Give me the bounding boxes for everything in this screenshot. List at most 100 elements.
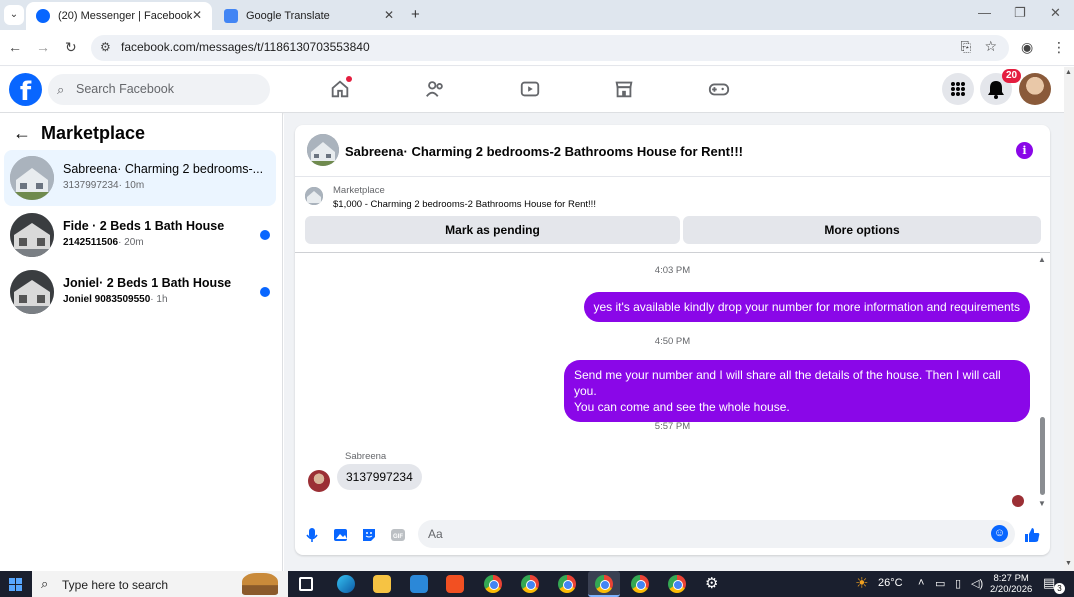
chrome-icon[interactable]: [631, 575, 649, 593]
browser-toolbar: ← → ↻ ⚙ facebook.com/messages/t/11861307…: [0, 30, 1074, 66]
emoji-icon[interactable]: ☺: [991, 525, 1008, 542]
conversation-item[interactable]: Fide · 2 Beds 1 Bath House 2142511506· 2…: [4, 207, 276, 263]
reload-icon[interactable]: ↻: [65, 39, 77, 56]
browser-tab-strip: ⌄ (20) Messenger | Facebook ✕ Google Tra…: [0, 0, 1074, 30]
seen-avatar: [1012, 495, 1024, 507]
tab-google-translate[interactable]: Google Translate ✕: [214, 2, 404, 30]
close-tab-icon[interactable]: ✕: [192, 8, 202, 22]
like-thumb-icon[interactable]: [1023, 526, 1041, 544]
chat-header: Sabreena· Charming 2 bedrooms-2 Bathroom…: [295, 125, 1050, 177]
listing-description[interactable]: $1,000 - Charming 2 bedrooms-2 Bathrooms…: [333, 199, 596, 210]
conversation-phone: Joniel 9083509550: [63, 294, 151, 305]
sticker-icon[interactable]: [360, 526, 378, 544]
context-label: Marketplace: [333, 185, 385, 196]
taskbar-clock[interactable]: 8:27 PM 2/20/2026: [990, 573, 1032, 595]
microphone-icon[interactable]: [303, 526, 321, 544]
conversation-item[interactable]: Joniel· 2 Beds 1 Bath House Joniel 90835…: [4, 264, 276, 320]
home-icon[interactable]: [329, 76, 352, 100]
bookmark-star-icon[interactable]: ☆: [984, 38, 997, 55]
install-app-icon[interactable]: ⎘: [961, 39, 971, 55]
info-icon[interactable]: i: [1016, 142, 1033, 159]
more-options-button[interactable]: More options: [683, 216, 1041, 244]
edge-icon[interactable]: [337, 575, 355, 593]
facebook-logo-icon[interactable]: f: [9, 73, 42, 107]
notifications-badge: 20: [1002, 69, 1021, 83]
sender-avatar[interactable]: [308, 470, 330, 492]
tab-messenger[interactable]: (20) Messenger | Facebook ✕: [26, 2, 212, 30]
conversation-phone: 3137997234: [63, 180, 119, 191]
search-icon: ⌕: [41, 576, 49, 591]
mark-as-pending-button[interactable]: Mark as pending: [305, 216, 680, 244]
file-explorer-icon[interactable]: [373, 575, 391, 593]
page-scroll-down-icon[interactable]: ▼: [1065, 560, 1072, 567]
profile-avatar[interactable]: [1019, 73, 1051, 105]
chat-listing-thumbnail[interactable]: [307, 134, 339, 166]
outgoing-message[interactable]: yes it's available kindly drop your numb…: [583, 292, 1030, 322]
tab-search-button[interactable]: ⌄: [4, 5, 24, 25]
minimize-button[interactable]: —: [978, 5, 991, 20]
weather-temperature[interactable]: 26°C: [878, 577, 903, 589]
back-arrow-icon[interactable]: ←: [8, 39, 22, 55]
page-scroll-up-icon[interactable]: ▲: [1065, 69, 1072, 76]
message-timestamp: 5:57 PM: [654, 421, 691, 432]
new-tab-button[interactable]: +: [411, 6, 420, 23]
network-icon[interactable]: ▭: [935, 577, 945, 590]
volume-icon[interactable]: ◁): [971, 577, 983, 590]
browser-menu-icon[interactable]: ⋮: [1052, 39, 1066, 56]
incoming-message[interactable]: 3137997234: [337, 464, 422, 490]
conversation-meta: 3137997234· 10m: [63, 180, 144, 191]
profile-icon[interactable]: ◉: [1021, 39, 1033, 56]
conversation-name: Sabreena· Charming 2 bedrooms-...: [63, 162, 263, 176]
marketplace-context-bar: Marketplace $1,000 - Charming 2 bedrooms…: [295, 177, 1050, 253]
facebook-favicon-icon: [36, 9, 50, 23]
search-highlight-muffin-icon[interactable]: [242, 573, 278, 595]
url-text[interactable]: facebook.com/messages/t/1186130703553840: [121, 40, 370, 54]
gaming-icon[interactable]: [708, 78, 730, 100]
chat-title[interactable]: Sabreena· Charming 2 bedrooms-2 Bathroom…: [345, 144, 743, 159]
svg-text:GIF: GIF: [393, 534, 403, 540]
chrome-icon[interactable]: [595, 575, 613, 593]
chrome-icon[interactable]: [558, 575, 576, 593]
message-scrollbar[interactable]: [1040, 417, 1045, 495]
chrome-icon[interactable]: [521, 575, 539, 593]
menu-grid-button[interactable]: [942, 73, 974, 105]
facebook-search-input[interactable]: ⌕ Search Facebook: [48, 74, 270, 105]
message-placeholder: Aa: [428, 527, 443, 541]
marketplace-icon[interactable]: [613, 78, 635, 100]
back-arrow-icon[interactable]: ←: [13, 123, 31, 144]
message-line: You can come and see the whole house.: [574, 400, 790, 414]
scroll-up-arrow-icon[interactable]: ▲: [1038, 255, 1046, 264]
battery-icon[interactable]: ▯: [955, 577, 961, 590]
close-tab-icon[interactable]: ✕: [384, 8, 394, 22]
video-icon[interactable]: [519, 78, 541, 100]
close-window-button[interactable]: ✕: [1050, 5, 1061, 21]
site-info-icon[interactable]: ⚙: [100, 40, 111, 54]
weather-icon[interactable]: ☀: [855, 574, 868, 592]
conversation-name: Joniel· 2 Beds 1 Bath House: [63, 276, 232, 290]
outgoing-message[interactable]: Send me your number and I will share all…: [564, 360, 1030, 422]
clock-date: 2/20/2026: [990, 584, 1033, 595]
listing-mini-thumbnail: [305, 187, 323, 205]
tab-label: Google Translate: [246, 10, 330, 22]
forward-arrow-icon[interactable]: →: [36, 39, 50, 55]
chrome-icon[interactable]: [668, 575, 686, 593]
message-input[interactable]: Aa ☺: [418, 520, 1015, 548]
task-view-icon[interactable]: [299, 577, 313, 591]
restore-button[interactable]: ❐: [1014, 5, 1026, 21]
conversation-time: · 10m: [118, 180, 145, 191]
windows-start-icon[interactable]: [9, 578, 22, 591]
ms-store-icon[interactable]: [410, 575, 428, 593]
message-timestamp: 4:50 PM: [654, 336, 691, 347]
conversation-item[interactable]: Sabreena· Charming 2 bedrooms-... 313799…: [4, 150, 276, 206]
microsoft-store-icon[interactable]: [446, 575, 464, 593]
chrome-icon[interactable]: [484, 575, 502, 593]
show-hidden-icons-icon[interactable]: ˄: [918, 577, 924, 589]
page-scrollbar[interactable]: ▲ ▼: [1064, 67, 1074, 571]
friends-icon[interactable]: [424, 78, 446, 100]
photo-icon[interactable]: [332, 526, 350, 544]
scroll-down-arrow-icon[interactable]: ▼: [1038, 499, 1046, 508]
gif-icon[interactable]: GIF: [389, 526, 407, 544]
taskbar-search-input[interactable]: ⌕ Type here to search: [32, 571, 288, 597]
address-bar[interactable]: ⚙ facebook.com/messages/t/11861307035538…: [91, 35, 1009, 61]
settings-gear-icon[interactable]: ⚙: [705, 574, 718, 592]
